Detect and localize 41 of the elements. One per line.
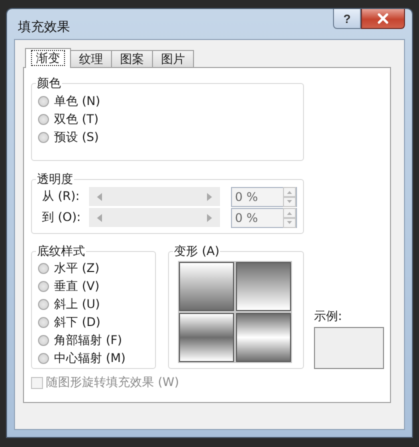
field-label: 到 (O): (41, 209, 82, 226)
radio-button[interactable] (38, 262, 49, 274)
sample-label: 示例: (314, 308, 344, 325)
radio-button[interactable] (38, 298, 49, 310)
radio-button[interactable] (38, 316, 49, 328)
sample-preview (314, 327, 384, 369)
group-title: 透明度 (36, 171, 74, 187)
close-button[interactable] (361, 9, 405, 29)
tab[interactable]: 纹理 (70, 50, 112, 67)
radio-label: 单色 (N) (54, 92, 100, 110)
radio-button[interactable] (38, 352, 49, 364)
radio-button[interactable] (38, 114, 49, 124)
checkbox-label: 随图形旋转填充效果 (W) (46, 374, 180, 391)
gradient-variant[interactable] (179, 262, 234, 311)
group-title: 底纹样式 (36, 243, 86, 259)
gradient-variant[interactable] (179, 313, 234, 362)
gradient-variant[interactable] (236, 262, 291, 311)
radio-label: 中心辐射 (M) (54, 350, 126, 366)
spin-arrows-icon[interactable] (283, 186, 296, 206)
tab[interactable]: 图案 (111, 50, 153, 67)
tab[interactable]: 渐变 (25, 48, 71, 68)
radio-button[interactable] (38, 334, 49, 346)
radio-label: 双色 (T) (54, 110, 99, 128)
spin-arrows-icon[interactable] (283, 208, 296, 228)
radio-label: 预设 (S) (54, 128, 99, 146)
radio-button[interactable] (38, 132, 49, 142)
radio-label: 斜上 (U) (54, 296, 100, 312)
group-title: 变形 (A) (173, 243, 220, 259)
close-icon (377, 13, 389, 24)
help-button[interactable]: ? (333, 9, 361, 29)
window-title: 填充效果 (18, 19, 70, 36)
radio-label: 垂直 (V) (54, 278, 100, 294)
gradient-variant[interactable] (236, 313, 291, 362)
radio-label: 角部辐射 (F) (54, 332, 122, 348)
radio-button[interactable] (38, 280, 49, 292)
radio-label: 水平 (Z) (54, 260, 100, 276)
radio-button[interactable] (38, 96, 49, 106)
field-label: 从 (R): (41, 188, 81, 205)
group-title: 颜色 (36, 75, 62, 91)
radio-label: 斜下 (D) (54, 314, 100, 330)
tab[interactable]: 图片 (152, 50, 194, 67)
